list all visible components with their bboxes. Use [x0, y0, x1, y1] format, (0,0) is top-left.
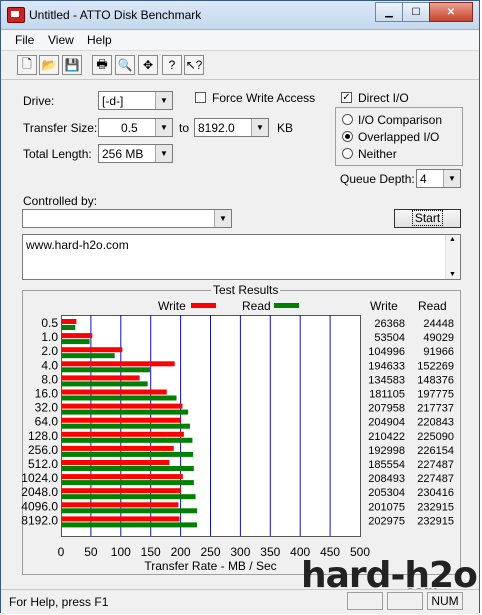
x-tick-label: 200	[171, 545, 191, 559]
read-value: 217737	[417, 403, 454, 415]
read-value: 230416	[417, 487, 454, 499]
write-value: 204904	[368, 417, 405, 429]
read-value: 148376	[417, 374, 454, 386]
read-value: 49029	[423, 332, 454, 344]
y-tick-label: 8192.0	[21, 513, 58, 527]
read-value: 232915	[417, 501, 454, 513]
app-window: Untitled - ATTO Disk Benchmark ▁ ☐ ✕ Fil…	[0, 0, 480, 614]
write-bar	[62, 375, 140, 381]
write-value: 208493	[368, 473, 405, 485]
write-bar	[62, 488, 181, 494]
write-value: 202975	[368, 515, 405, 527]
y-tick-label: 2048.0	[21, 485, 58, 499]
y-tick-label: 32.0	[35, 401, 59, 415]
read-bar	[62, 353, 115, 359]
write-value: 194633	[368, 360, 405, 372]
read-bar	[62, 508, 198, 514]
write-bar	[62, 460, 170, 465]
y-tick-label: 4.0	[41, 358, 58, 372]
x-tick-label: 250	[200, 545, 220, 559]
read-bar	[62, 423, 190, 429]
y-tick-label: 16.0	[35, 387, 59, 401]
read-bar	[62, 466, 194, 471]
write-bar	[62, 347, 123, 353]
results-chart: 0 50 100 150 200 250 300 350 400 450 5000.5 26368 24…	[21, 315, 454, 573]
y-tick-label: 1.0	[41, 330, 58, 344]
write-bar	[62, 319, 77, 324]
read-bar	[62, 480, 194, 486]
y-tick-label: 0.5	[41, 316, 58, 330]
read-bar	[62, 367, 150, 373]
write-bar	[62, 389, 167, 395]
read-value: 232915	[417, 515, 454, 527]
status-help-text: For Help, press F1	[9, 595, 109, 609]
write-bar	[62, 403, 183, 409]
read-value: 227487	[417, 473, 454, 485]
read-bar	[62, 494, 196, 500]
read-bar	[62, 325, 76, 330]
x-tick-label: 0	[58, 545, 65, 559]
write-value: 192998	[368, 445, 405, 457]
write-bar	[62, 333, 93, 339]
read-value: 152269	[417, 360, 454, 372]
y-tick-label: 2.0	[41, 344, 58, 358]
status-pane-2	[387, 592, 423, 610]
write-bar	[62, 516, 180, 522]
read-value: 226154	[417, 445, 454, 457]
write-value: 207958	[368, 403, 405, 415]
read-bar	[62, 339, 90, 345]
write-bar	[62, 502, 179, 508]
x-tick-label: 100	[111, 545, 131, 559]
write-value: 104996	[368, 346, 405, 358]
write-value: 26368	[374, 318, 405, 330]
write-value: 210422	[368, 431, 405, 443]
status-pane-1	[347, 592, 383, 610]
read-bar	[62, 451, 194, 457]
read-value: 24448	[423, 318, 454, 330]
x-tick-label: 350	[260, 545, 280, 559]
num-lock-indicator: NUM	[427, 592, 463, 610]
write-bar	[62, 431, 184, 437]
read-value: 227487	[417, 459, 454, 471]
read-bar	[62, 409, 189, 415]
write-bar	[62, 361, 175, 367]
write-value: 201075	[368, 501, 405, 513]
x-tick-label: 50	[84, 545, 98, 559]
x-tick-label: 150	[141, 545, 161, 559]
write-value: 181105	[369, 389, 405, 401]
y-tick-label: 256.0	[28, 443, 58, 457]
write-value: 53504	[374, 332, 405, 344]
y-tick-label: 64.0	[35, 415, 59, 429]
write-bar	[62, 474, 183, 480]
y-tick-label: 512.0	[28, 457, 58, 471]
write-value: 205304	[368, 487, 405, 499]
x-axis-label: Transfer Rate - MB / Sec	[144, 559, 276, 573]
read-bar	[62, 395, 177, 401]
status-bar: For Help, press F1 NUM	[1, 589, 479, 614]
y-tick-label: 8.0	[41, 372, 58, 386]
y-tick-label: 4096.0	[21, 499, 58, 513]
read-value: 91966	[423, 346, 454, 358]
read-bar	[62, 522, 198, 528]
write-bar	[62, 445, 174, 451]
write-value: 134583	[368, 374, 405, 386]
read-bar	[62, 381, 148, 387]
write-bar	[62, 417, 181, 423]
read-value: 225090	[417, 431, 454, 443]
x-tick-label: 300	[230, 545, 250, 559]
write-value: 185554	[368, 459, 405, 471]
read-bar	[62, 437, 193, 443]
read-value: 197775	[417, 389, 454, 401]
y-tick-label: 1024.0	[21, 471, 58, 485]
y-tick-label: 128.0	[28, 429, 58, 443]
read-value: 220843	[417, 417, 454, 429]
